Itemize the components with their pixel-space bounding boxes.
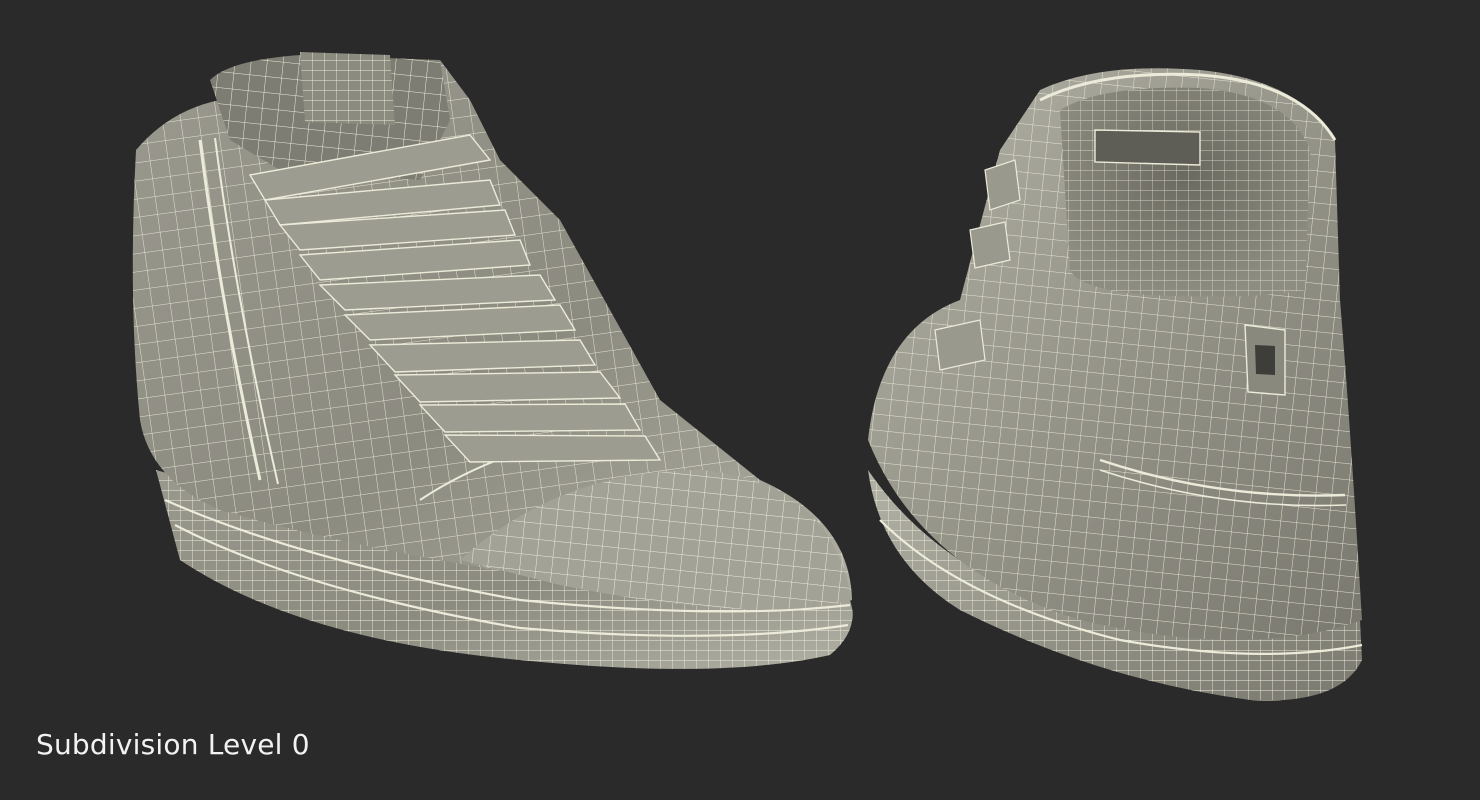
left-sneaker bbox=[132, 52, 853, 669]
right-sneaker bbox=[868, 68, 1363, 701]
viewport: Subdivision Level 0 bbox=[0, 0, 1480, 800]
subdivision-level-caption: Subdivision Level 0 bbox=[36, 728, 310, 761]
right-heel-tab bbox=[1094, 129, 1201, 166]
wireframe-render bbox=[132, 52, 1363, 701]
